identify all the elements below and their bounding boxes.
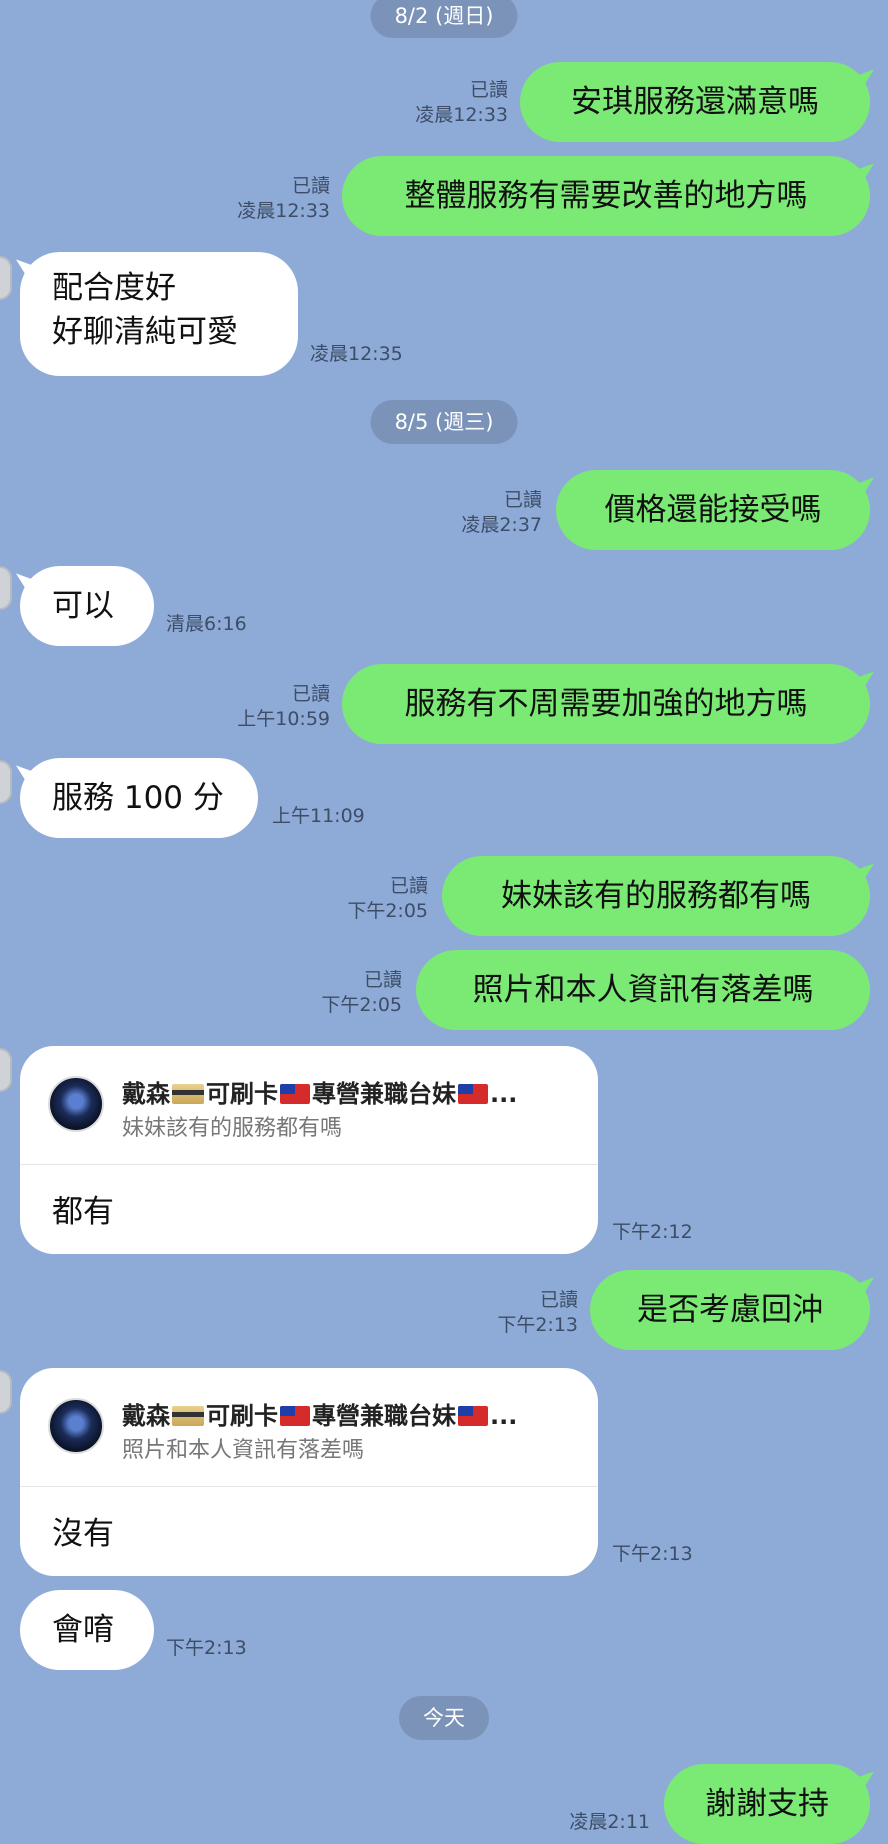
- message-text: 沒有: [52, 1516, 114, 1552]
- message-text: 服務有不周需要加強的地方嗎: [404, 686, 808, 722]
- message-time: 凌晨12:33: [237, 200, 330, 222]
- flag-icon: [280, 1084, 310, 1104]
- flag-icon: [458, 1084, 488, 1104]
- message-meta: 已讀 凌晨12:33: [237, 174, 330, 224]
- message-meta: 已讀 下午2:05: [321, 968, 402, 1018]
- read-receipt: 已讀: [539, 1289, 578, 1311]
- message-time: 凌晨12:33: [415, 104, 508, 126]
- message-text: 服務 100 分: [52, 780, 224, 816]
- message-text: 可以: [52, 588, 114, 624]
- message-time: 下午2:12: [612, 1221, 693, 1243]
- message-meta: 已讀 凌晨2:37: [461, 488, 542, 538]
- message-text: 價格還能接受嗎: [604, 492, 822, 528]
- quoted-text: 妹妹該有的服務都有嗎: [122, 1116, 343, 1141]
- message-meta: 已讀 上午10:59: [237, 682, 330, 732]
- message-time: 清晨6:16: [166, 613, 247, 635]
- credit-card-icon: [172, 1084, 204, 1104]
- message-text: 謝謝支持: [705, 1786, 829, 1822]
- received-message-bubble[interactable]: 服務 100 分: [11, 758, 258, 838]
- message-time: 下午2:13: [612, 1543, 693, 1565]
- sent-message-bubble[interactable]: 妹妹該有的服務都有嗎: [442, 856, 879, 936]
- message-time: 下午2:13: [166, 1637, 247, 1659]
- credit-card-icon: [172, 1406, 204, 1426]
- read-receipt: 已讀: [469, 79, 508, 101]
- message-text: 照片和本人資訊有落差嗎: [472, 972, 814, 1008]
- reply-message-card[interactable]: 戴森 可刷卡 專營兼職台妹... 照片和本人資訊有落差嗎 沒有: [20, 1368, 598, 1576]
- message-text: 是否考慮回沖: [637, 1292, 823, 1328]
- flag-icon: [458, 1406, 488, 1426]
- message-text: 都有: [52, 1194, 114, 1230]
- read-receipt: 已讀: [291, 175, 330, 197]
- date-separator: 8/2 (週日): [370, 0, 518, 38]
- sender-avatar: [48, 1076, 104, 1132]
- date-separator: 今天: [399, 1696, 489, 1740]
- avatar[interactable]: [0, 566, 12, 610]
- received-message-bubble[interactable]: 會唷: [20, 1590, 154, 1670]
- message-time: 凌晨2:11: [569, 1811, 650, 1833]
- reply-message-card[interactable]: 戴森 可刷卡 專營兼職台妹... 妹妹該有的服務都有嗎 都有: [20, 1046, 598, 1254]
- sent-message-bubble[interactable]: 照片和本人資訊有落差嗎: [416, 950, 870, 1030]
- message-meta: 已讀 下午2:05: [347, 874, 428, 924]
- message-text: 妹妹該有的服務都有嗎: [501, 878, 811, 914]
- quoted-sender-name: 戴森 可刷卡 專營兼職台妹...: [122, 1402, 518, 1430]
- read-receipt: 已讀: [389, 875, 428, 897]
- message-text: 整體服務有需要改善的地方嗎: [404, 178, 808, 214]
- sent-message-bubble[interactable]: 是否考慮回沖: [590, 1270, 879, 1350]
- sender-avatar: [48, 1398, 104, 1454]
- received-message-bubble[interactable]: 配合度好 好聊清純可愛: [11, 252, 298, 376]
- quoted-sender-name: 戴森 可刷卡 專營兼職台妹...: [122, 1080, 518, 1108]
- message-time: 下午2:05: [347, 900, 428, 922]
- quoted-text: 照片和本人資訊有落差嗎: [122, 1438, 365, 1463]
- message-meta: 已讀 凌晨12:33: [415, 78, 508, 128]
- quoted-message[interactable]: 戴森 可刷卡 專營兼職台妹... 照片和本人資訊有落差嗎: [20, 1368, 598, 1487]
- read-receipt: 已讀: [503, 489, 542, 511]
- flag-icon: [280, 1406, 310, 1426]
- message-text: 好聊清純可愛: [52, 314, 238, 350]
- message-time: 凌晨2:37: [461, 514, 542, 536]
- sent-message-bubble[interactable]: 整體服務有需要改善的地方嗎: [342, 156, 879, 236]
- sent-message-bubble[interactable]: 價格還能接受嗎: [556, 470, 879, 550]
- message-time: 上午10:59: [237, 708, 330, 730]
- sent-message-bubble[interactable]: 謝謝支持: [664, 1764, 879, 1844]
- sent-message-bubble[interactable]: 安琪服務還滿意嗎: [520, 62, 879, 142]
- message-meta: 已讀 下午2:13: [497, 1288, 578, 1338]
- message-time: 上午11:09: [272, 805, 365, 827]
- date-separator: 8/5 (週三): [370, 400, 518, 444]
- message-text: 安琪服務還滿意嗎: [571, 84, 819, 120]
- avatar[interactable]: [0, 256, 12, 300]
- avatar[interactable]: [0, 1370, 12, 1414]
- quoted-message[interactable]: 戴森 可刷卡 專營兼職台妹... 妹妹該有的服務都有嗎: [20, 1046, 598, 1165]
- message-time: 凌晨12:35: [310, 343, 403, 365]
- sent-message-bubble[interactable]: 服務有不周需要加強的地方嗎: [342, 664, 879, 744]
- read-receipt: 已讀: [291, 683, 330, 705]
- message-time: 下午2:13: [497, 1314, 578, 1336]
- avatar[interactable]: [0, 1048, 12, 1092]
- message-text: 會唷: [52, 1612, 114, 1648]
- read-receipt: 已讀: [363, 969, 402, 991]
- received-message-bubble[interactable]: 可以: [11, 566, 154, 646]
- avatar[interactable]: [0, 760, 12, 804]
- message-time: 下午2:05: [321, 994, 402, 1016]
- message-text: 配合度好: [52, 270, 176, 306]
